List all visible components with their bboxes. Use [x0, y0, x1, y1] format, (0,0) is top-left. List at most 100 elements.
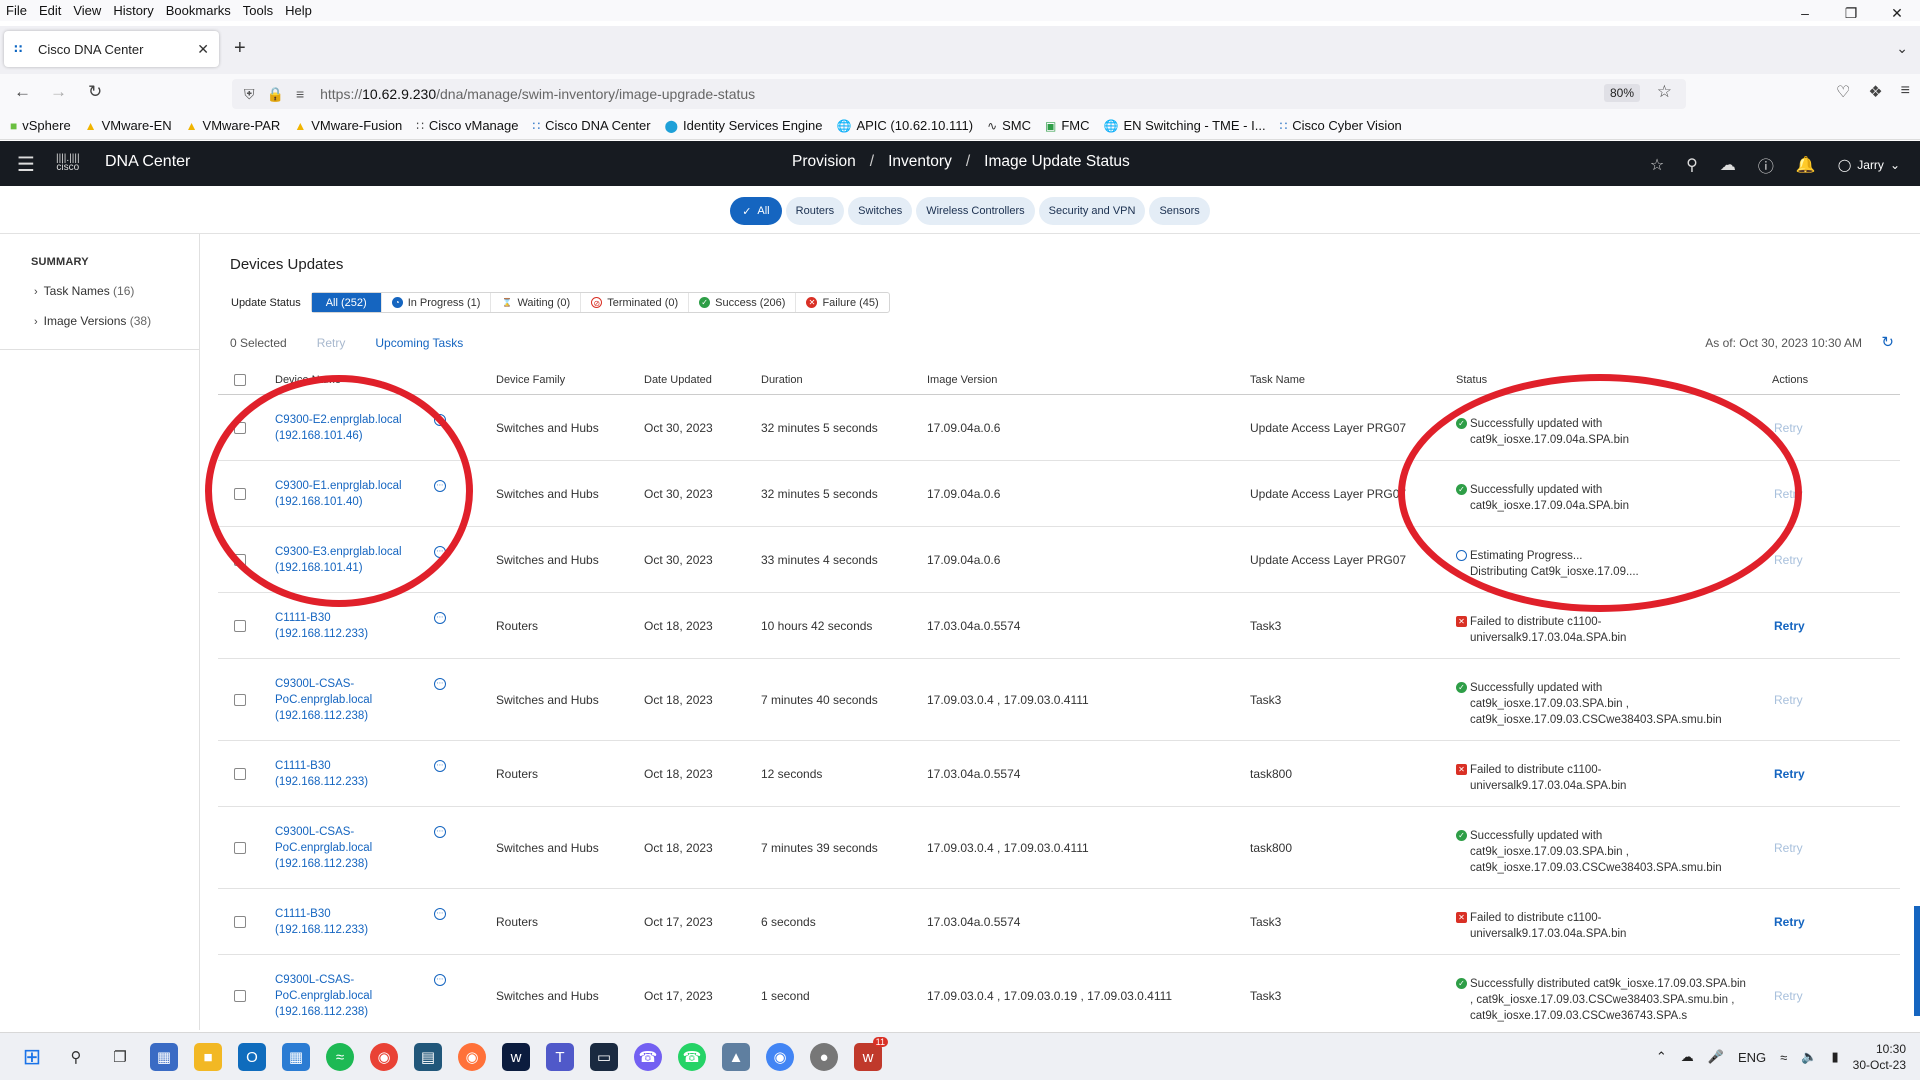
extensions-icon[interactable]: ❖	[1868, 82, 1882, 102]
list-tabs-icon[interactable]: ⌄	[1896, 40, 1908, 57]
menu-edit[interactable]: Edit	[39, 3, 61, 18]
device-name-link[interactable]: C9300-E3.enprglab.local (192.168.101.41)	[275, 544, 425, 576]
bookmark-item[interactable]: ⬤ Identity Services Engine	[665, 118, 823, 133]
retry-action-link[interactable]: Retry	[1774, 989, 1803, 1003]
menu-tools[interactable]: Tools	[243, 3, 273, 18]
store-icon[interactable]: ▦	[282, 1043, 310, 1071]
zoom-level[interactable]: 80%	[1603, 84, 1640, 102]
file-explorer-icon[interactable]: ■	[194, 1043, 222, 1071]
device-info-icon[interactable]: ⋯	[434, 826, 446, 838]
user-menu[interactable]: ◯ Jarry ⌄	[1838, 158, 1900, 172]
retry-action-link[interactable]: Retry	[1774, 487, 1803, 501]
summary-item-image-versions[interactable]: › Image Versions (38)	[34, 314, 151, 328]
row-checkbox[interactable]	[234, 422, 246, 434]
filter-routers[interactable]: Routers	[785, 197, 845, 225]
row-checkbox[interactable]	[234, 768, 246, 780]
breadcrumb-inventory[interactable]: Inventory	[888, 153, 952, 170]
search-icon[interactable]: ⚲	[1686, 155, 1698, 175]
device-name-link[interactable]: C9300-E2.enprglab.local (192.168.101.46)	[275, 412, 425, 444]
viber-icon[interactable]: ☎	[634, 1043, 662, 1071]
select-all-checkbox[interactable]	[234, 374, 246, 386]
shield-icon[interactable]: ⛨	[244, 86, 255, 103]
close-window-icon[interactable]: ✕	[1874, 0, 1920, 26]
retry-button[interactable]: Retry	[317, 336, 346, 350]
col-task-name[interactable]: Task Name	[1250, 374, 1305, 386]
vertical-scrollbar[interactable]	[1914, 906, 1920, 1016]
volume-icon[interactable]: 🔈	[1801, 1049, 1817, 1065]
minimize-icon[interactable]: –	[1782, 0, 1828, 26]
retry-action-link[interactable]: Retry	[1774, 841, 1803, 855]
bookmark-item[interactable]: 🌐 APIC (10.62.10.111)	[837, 118, 974, 133]
menu-file[interactable]: File	[6, 3, 27, 18]
help-icon[interactable]: ⓘ	[1758, 153, 1774, 177]
chrome-icon[interactable]: ◉	[370, 1043, 398, 1071]
col-duration[interactable]: Duration	[761, 374, 803, 386]
spotify-icon[interactable]: ≈	[326, 1043, 354, 1071]
device-name-link[interactable]: C1111-B30 (192.168.112.233)	[275, 758, 425, 790]
menu-history[interactable]: History	[113, 3, 153, 18]
status-tab-all[interactable]: All (252)	[311, 293, 382, 312]
bookmark-item[interactable]: 🌐 EN Switching - TME - I...	[1104, 118, 1266, 133]
app-icon[interactable]: ●	[810, 1043, 838, 1071]
firefox-icon[interactable]: ◉	[458, 1043, 486, 1071]
refresh-icon[interactable]: ↻	[1881, 333, 1894, 351]
url-text[interactable]: https://10.62.9.230/dna/manage/swim-inve…	[320, 86, 755, 102]
bookmark-star-icon[interactable]: ☆	[1657, 82, 1672, 102]
device-info-icon[interactable]: ⋯	[434, 678, 446, 690]
upcoming-tasks-link[interactable]: Upcoming Tasks	[375, 336, 463, 350]
retry-action-link[interactable]: Retry	[1774, 553, 1803, 567]
device-info-icon[interactable]: ⋯	[434, 414, 446, 426]
windows-start-icon[interactable]: ⊞	[18, 1043, 46, 1071]
status-tab-waiting[interactable]: ⌛ Waiting (0)	[491, 293, 582, 312]
row-checkbox[interactable]	[234, 990, 246, 1002]
language-indicator[interactable]: ENG	[1738, 1050, 1766, 1065]
clock[interactable]: 10:30 30-Oct-23	[1853, 1041, 1906, 1073]
retry-action-link[interactable]: Retry	[1774, 767, 1805, 781]
menu-view[interactable]: View	[73, 3, 101, 18]
device-name-link[interactable]: C1111-B30 (192.168.112.233)	[275, 610, 425, 642]
url-bar[interactable]: ⛨ 🔒 ≡ https://10.62.9.230/dna/manage/swi…	[232, 79, 1686, 109]
filter-wireless-controllers[interactable]: Wireless Controllers	[916, 197, 1035, 225]
row-checkbox[interactable]	[234, 694, 246, 706]
bookmark-item[interactable]: ∷ Cisco Cyber Vision	[1280, 118, 1402, 133]
status-tab-success[interactable]: ✓ Success (206)	[689, 293, 797, 312]
filter-security-vpn[interactable]: Security and VPN	[1038, 197, 1146, 225]
col-image-version[interactable]: Image Version	[927, 374, 997, 386]
status-tab-failure[interactable]: ✕ Failure (45)	[796, 293, 888, 312]
col-device-family[interactable]: Device Family	[496, 374, 565, 386]
row-checkbox[interactable]	[234, 554, 246, 566]
bookmark-item[interactable]: ▲ VMware-Fusion	[294, 118, 402, 133]
calculator-icon[interactable]: ▦	[150, 1043, 178, 1071]
row-checkbox[interactable]	[234, 916, 246, 928]
lock-icon[interactable]: 🔒	[267, 86, 284, 103]
device-info-icon[interactable]: ⋯	[434, 480, 446, 492]
pocket-icon[interactable]: ♡	[1836, 82, 1850, 102]
hamburger-menu-icon[interactable]: ☰	[17, 152, 35, 177]
permissions-icon[interactable]: ≡	[296, 86, 304, 102]
bookmark-item[interactable]: ∿ SMC	[987, 118, 1031, 133]
col-device-name[interactable]: Device Name	[275, 374, 341, 386]
retry-action-link[interactable]: Retry	[1774, 915, 1805, 929]
summary-item-task-names[interactable]: › Task Names (16)	[34, 284, 134, 298]
photos-icon[interactable]: ▲	[722, 1043, 750, 1071]
onedrive-icon[interactable]: ☁	[1681, 1049, 1694, 1065]
teams-icon[interactable]: T	[546, 1043, 574, 1071]
microphone-icon[interactable]: 🎤	[1708, 1049, 1724, 1065]
filter-switches[interactable]: Switches	[848, 197, 913, 225]
favorite-star-icon[interactable]: ☆	[1650, 155, 1664, 175]
retry-action-link[interactable]: Retry	[1774, 619, 1805, 633]
device-name-link[interactable]: C9300L-CSAS-PoC.enprglab.local (192.168.…	[275, 972, 425, 1020]
device-name-link[interactable]: C9300L-CSAS-PoC.enprglab.local (192.168.…	[275, 824, 425, 872]
notifications-bell-icon[interactable]: 🔔	[1796, 155, 1816, 175]
row-checkbox[interactable]	[234, 842, 246, 854]
browser-tab[interactable]: ∷ Cisco DNA Center ✕	[4, 31, 219, 67]
retry-action-link[interactable]: Retry	[1774, 693, 1803, 707]
device-info-icon[interactable]: ⋯	[434, 974, 446, 986]
breadcrumb-provision[interactable]: Provision	[792, 153, 856, 170]
chrome-icon[interactable]: ◉	[766, 1043, 794, 1071]
forward-icon[interactable]: →	[50, 82, 67, 102]
device-info-icon[interactable]: ⋯	[434, 760, 446, 772]
webex-icon[interactable]: w	[502, 1043, 530, 1071]
search-icon[interactable]: ⚲	[62, 1043, 90, 1071]
back-icon[interactable]: ←	[14, 82, 31, 102]
